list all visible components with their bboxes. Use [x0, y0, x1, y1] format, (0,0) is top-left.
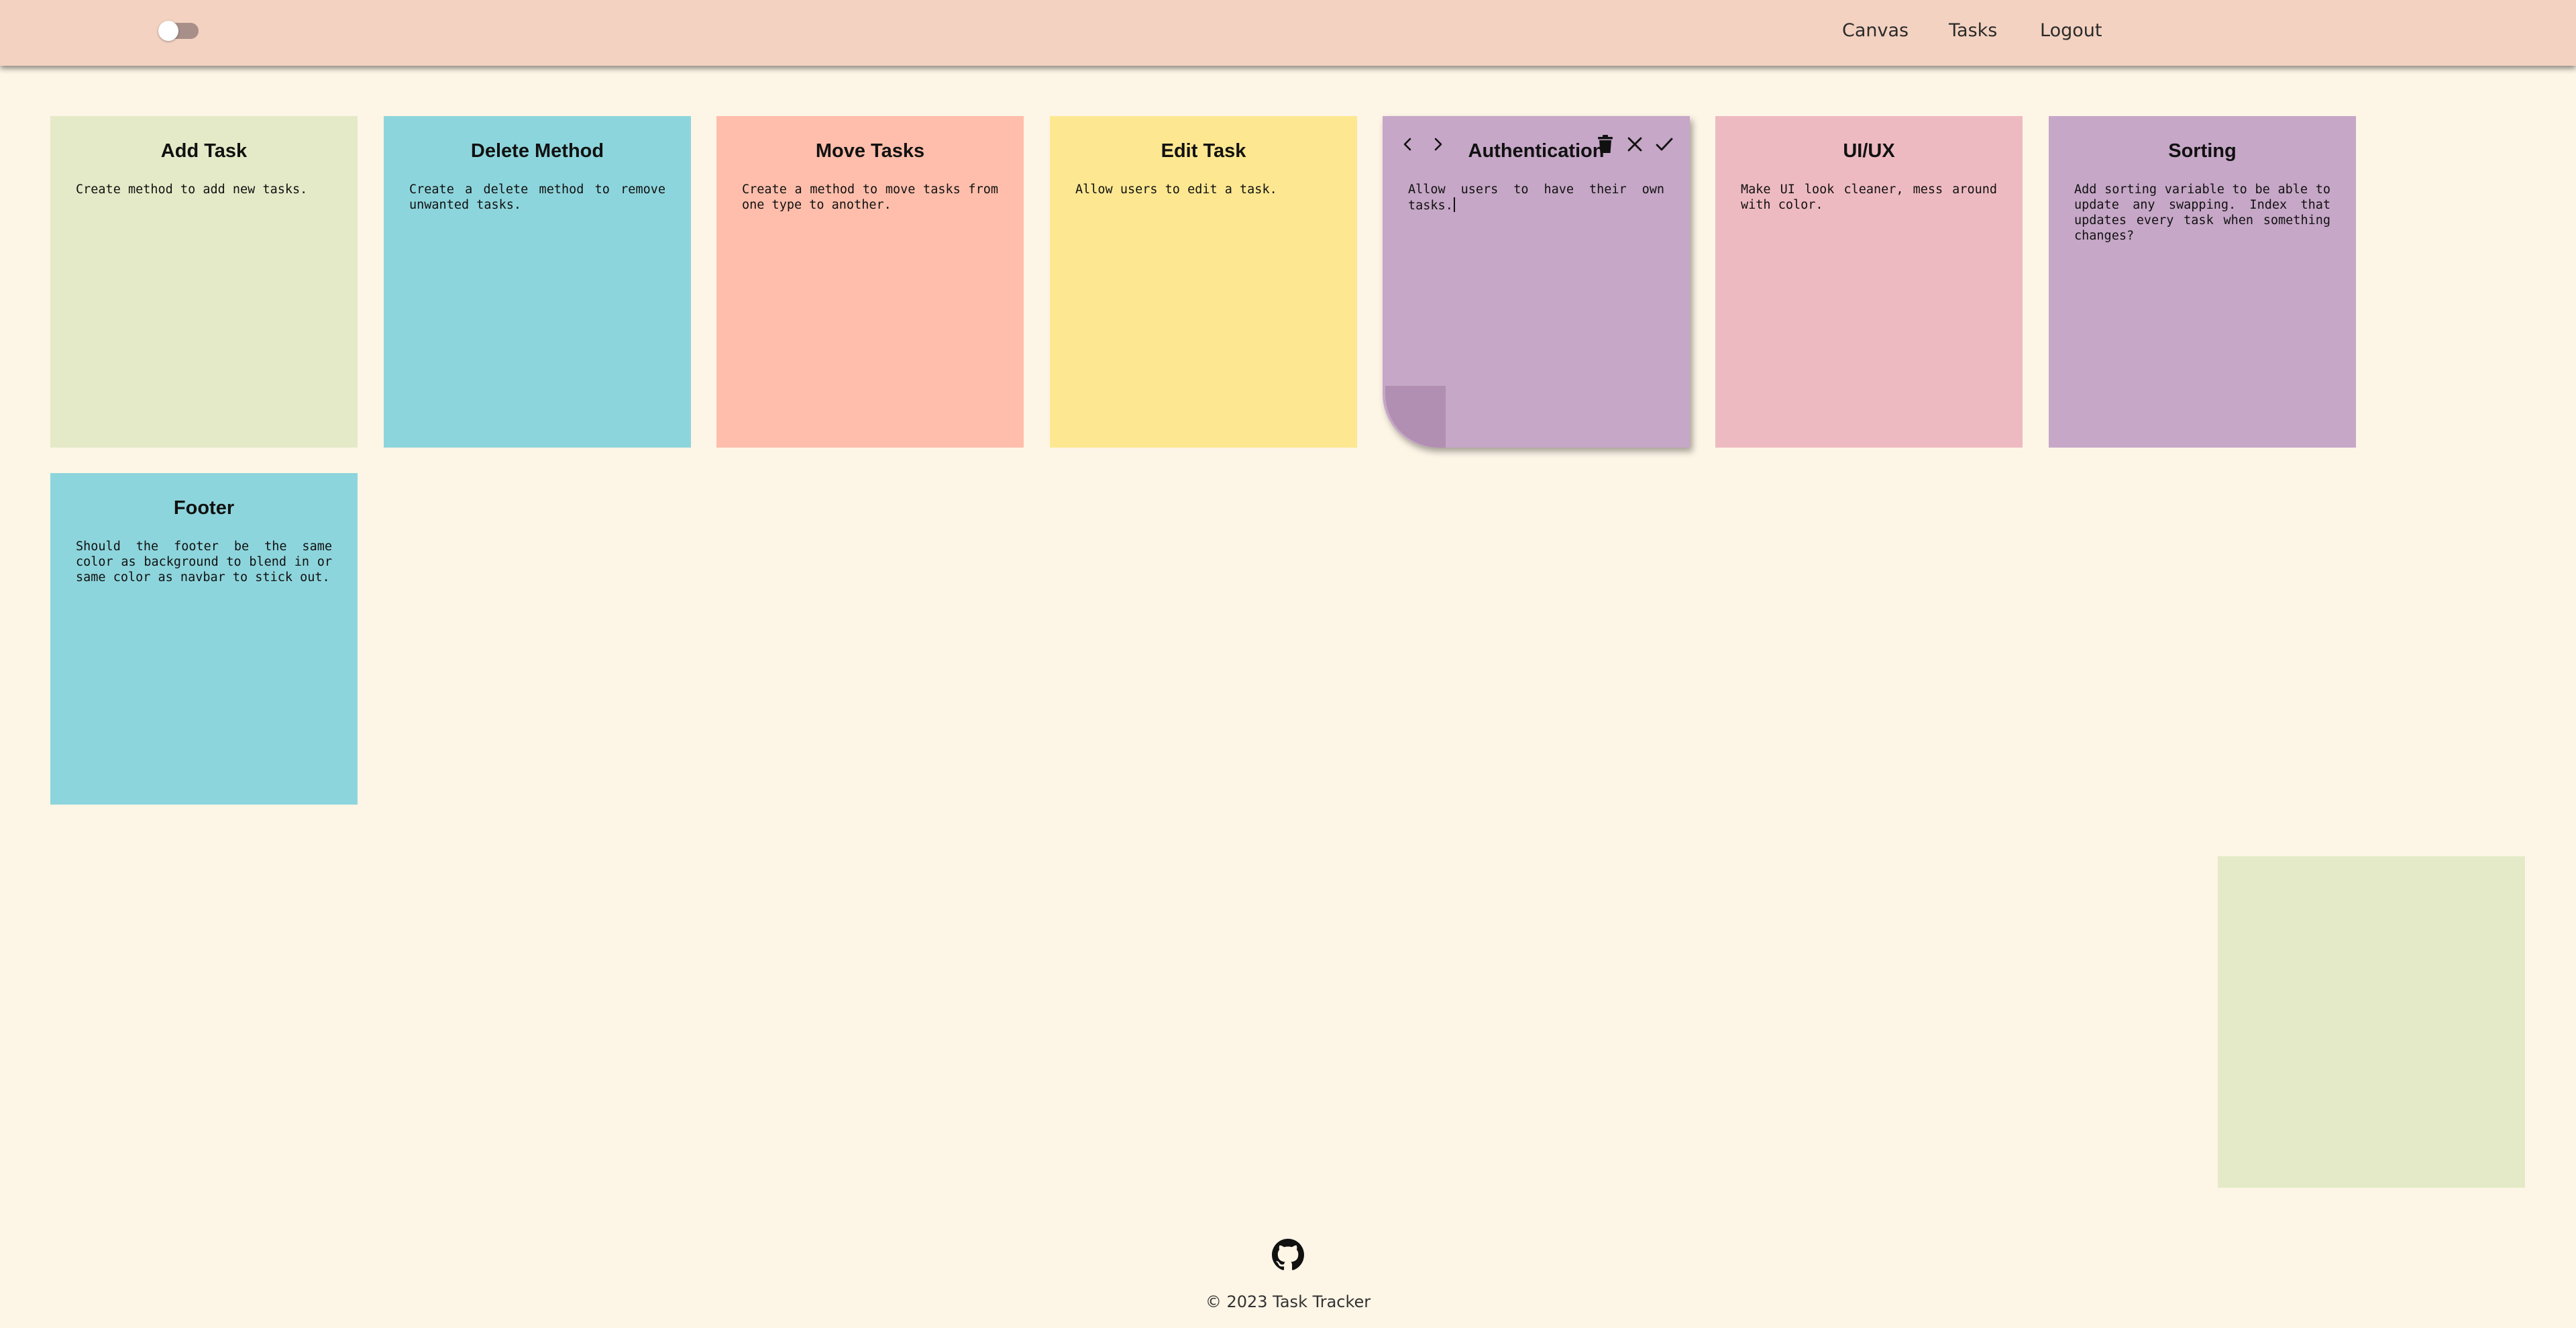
card-description: Add sorting variable to be able to updat…: [2074, 183, 2330, 243]
task-card-authentication-editing[interactable]: Authentication Allow users to have their…: [1383, 116, 1690, 448]
card-title: Footer: [173, 497, 235, 519]
github-icon[interactable]: [1272, 1239, 1304, 1271]
nav-link-canvas[interactable]: Canvas: [1842, 20, 1909, 41]
card-title: Move Tasks: [815, 140, 925, 162]
close-icon[interactable]: [1621, 131, 1648, 158]
card-description: Create a method to move tasks from one t…: [742, 183, 998, 212]
card-title: Add Task: [160, 140, 248, 162]
task-card-footer[interactable]: Footer Should the footer be the same col…: [50, 473, 358, 805]
task-card-add-task[interactable]: Add Task Create method to add new tasks.: [50, 116, 358, 448]
card-description: Should the footer be the same color as b…: [76, 540, 332, 584]
toggle-knob[interactable]: [158, 21, 178, 41]
check-icon[interactable]: [1651, 131, 1678, 158]
task-card-move-tasks[interactable]: Move Tasks Create a method to move tasks…: [716, 116, 1024, 448]
text-cursor: [1453, 197, 1455, 212]
card-title: UI/UX: [1843, 140, 1895, 162]
card-description: Allow users to edit a task.: [1075, 183, 1277, 197]
card-description: Create method to add new tasks.: [76, 183, 308, 197]
theme-toggle[interactable]: [158, 21, 199, 41]
nav-link-logout[interactable]: Logout: [2040, 20, 2102, 41]
task-card-ui-ux[interactable]: UI/UX Make UI look cleaner, mess around …: [1715, 116, 2023, 448]
card-description: Make UI look cleaner, mess around with c…: [1741, 183, 1997, 212]
task-card-delete-method[interactable]: Delete Method Create a delete method to …: [384, 116, 691, 448]
card-title: Edit Task: [1161, 140, 1246, 162]
card-description-textarea[interactable]: Allow users to have their own tasks.: [1408, 182, 1664, 213]
trash-icon[interactable]: [1592, 131, 1619, 158]
card-description-text: Allow users to have their own tasks.: [1408, 183, 1664, 213]
footer-copyright: © 2023 Task Tracker: [1205, 1292, 1371, 1311]
chevron-left-icon[interactable]: [1395, 131, 1421, 158]
card-title: Sorting: [2168, 140, 2237, 162]
task-card-sorting[interactable]: Sorting Add sorting variable to be able …: [2049, 116, 2356, 448]
page-curl-corner: [1385, 386, 1446, 448]
card-description: Create a delete method to remove unwante…: [409, 183, 665, 212]
navbar: Canvas Tasks Logout: [0, 0, 2576, 66]
task-card-edit-task[interactable]: Edit Task Allow users to edit a task.: [1050, 116, 1357, 448]
nav-link-tasks[interactable]: Tasks: [1949, 20, 1997, 41]
new-task-card[interactable]: [2218, 856, 2525, 1188]
chevron-right-icon[interactable]: [1424, 131, 1451, 158]
card-title: Delete Method: [470, 140, 604, 162]
